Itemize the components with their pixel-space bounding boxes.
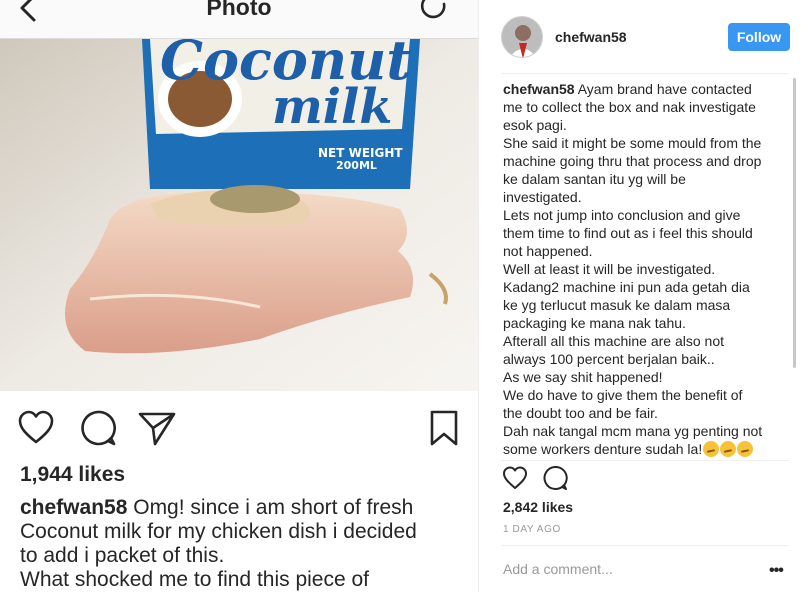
add-comment-input[interactable] bbox=[503, 561, 743, 577]
caption-text-line: What shocked me to find this piece of bbox=[20, 568, 370, 591]
refresh-icon[interactable] bbox=[420, 0, 448, 20]
comment-text: Lets not jump into conclusion and give bbox=[503, 207, 741, 223]
comment-icon[interactable] bbox=[541, 464, 569, 492]
net-weight-label: NET WEIGHT bbox=[318, 146, 403, 160]
comment-text: them time to find out as i feel this sho… bbox=[503, 225, 753, 241]
follow-button[interactable]: Follow bbox=[728, 23, 790, 51]
caption-username[interactable]: chefwan58 bbox=[20, 496, 127, 519]
comment-text: As we say shit happened! bbox=[503, 369, 663, 385]
comment-text-line: esok pagi. bbox=[503, 116, 791, 134]
post-timestamp[interactable]: 1 DAY AGO bbox=[503, 524, 561, 535]
comment-text-line: them time to find out as i feel this sho… bbox=[503, 224, 791, 242]
photo-view-panel: Photo Coconut milk NET WEIGHT 200ML 1,94… bbox=[0, 0, 478, 592]
avatar[interactable] bbox=[501, 16, 543, 58]
net-weight-value: 200ML bbox=[336, 159, 377, 172]
more-icon[interactable]: ••• bbox=[769, 562, 784, 580]
comment-text: We do have to give them the benefit of bbox=[503, 387, 743, 403]
coconut-milk-photo[interactable]: Coconut milk NET WEIGHT 200ML bbox=[0, 39, 478, 391]
comment-text: not happened. bbox=[503, 243, 593, 259]
caption-text-line: to add i packet of this. bbox=[20, 544, 225, 567]
post-author-username[interactable]: chefwan58 bbox=[555, 29, 627, 45]
comment-text-line: the doubt too and be fair. bbox=[503, 404, 791, 422]
send-icon[interactable] bbox=[137, 408, 177, 448]
face-with-hand-over-mouth-icon bbox=[703, 441, 720, 457]
comment-text-line: Lets not jump into conclusion and give bbox=[503, 206, 791, 224]
comment-text-line: Ayam brand have contacted bbox=[577, 81, 752, 97]
author-comment: chefwan58 Ayam brand have contacted me t… bbox=[503, 80, 791, 458]
face-with-hand-over-mouth-icon bbox=[737, 441, 754, 457]
comment-text: investigated. bbox=[503, 189, 582, 205]
comment-scrollbar[interactable] bbox=[793, 78, 796, 368]
comment-text: Dah nak tangal mcm mana yg penting not bbox=[503, 423, 763, 439]
comment-text-line: machine going thru that process and drop bbox=[503, 152, 791, 170]
caption-text-line: Omg! since i am short of fresh bbox=[133, 496, 414, 519]
comment-text: packaging ke mana nak tahu. bbox=[503, 315, 686, 331]
top-nav-bar: Photo bbox=[0, 0, 478, 39]
comment-text: the doubt too and be fair. bbox=[503, 405, 658, 421]
page-title: Photo bbox=[206, 0, 272, 20]
comment-text: some workers denture sudah la! bbox=[503, 441, 703, 457]
carton-product-text: milk bbox=[272, 79, 393, 135]
post-detail-panel: chefwan58 Follow chefwan58 Ayam brand ha… bbox=[478, 0, 802, 592]
heart-icon[interactable] bbox=[501, 464, 529, 492]
comment-text: ke yg terlucut masuk ke dalam masa bbox=[503, 297, 731, 313]
caption-text-line: Coconut milk for my chicken dish i decid… bbox=[20, 520, 417, 543]
comment-text-line: packaging ke mana nak tahu. bbox=[503, 314, 791, 332]
comment-text-line: ke yg terlucut masuk ke dalam masa bbox=[503, 296, 791, 314]
comment-text-line: ke dalam santan itu yg will be bbox=[503, 170, 791, 188]
comment-text: machine going thru that process and drop bbox=[503, 153, 762, 169]
comment-text-line: Kadang2 machine ini pun ada getah dia bbox=[503, 278, 791, 296]
comment-text-line: always 100 percent berjalan baik.. bbox=[503, 350, 791, 368]
comment-text-line: not happened. bbox=[503, 242, 791, 260]
comment-text: always 100 percent berjalan baik.. bbox=[503, 351, 715, 367]
comment-text-line: Afterall all this machine are also not bbox=[503, 332, 791, 350]
comment-icon[interactable] bbox=[78, 408, 118, 448]
comment-text: Afterall all this machine are also not bbox=[503, 333, 724, 349]
face-with-hand-over-mouth-icon bbox=[720, 441, 737, 457]
post-caption: chefwan58 Omg! since i am short of fresh… bbox=[20, 496, 470, 592]
divider bbox=[501, 460, 789, 461]
comment-text-line: some workers denture sudah la! bbox=[503, 440, 791, 458]
comment-text: ke dalam santan itu yg will be bbox=[503, 171, 686, 187]
heart-icon[interactable] bbox=[16, 408, 56, 448]
post-actions bbox=[0, 404, 478, 452]
likes-count[interactable]: 1,944 likes bbox=[20, 463, 125, 487]
comment-text-line: She said it might be some mould from the bbox=[503, 134, 791, 152]
divider bbox=[501, 73, 789, 74]
comment-text: esok pagi. bbox=[503, 117, 567, 133]
post-actions-right bbox=[501, 464, 621, 494]
comment-text-line: We do have to give them the benefit of bbox=[503, 386, 791, 404]
comment-username[interactable]: chefwan58 bbox=[503, 81, 575, 97]
post-photo-illustration: Coconut milk NET WEIGHT 200ML bbox=[0, 39, 478, 391]
comment-text: Well at least it will be investigated. bbox=[503, 261, 716, 277]
divider bbox=[501, 545, 789, 546]
comment-text-line: Well at least it will be investigated. bbox=[503, 260, 791, 278]
comment-text: Kadang2 machine ini pun ada getah dia bbox=[503, 279, 750, 295]
bookmark-icon[interactable] bbox=[424, 408, 464, 448]
comment-text: She said it might be some mould from the bbox=[503, 135, 762, 151]
likes-count[interactable]: 2,842 likes bbox=[503, 499, 573, 515]
comment-text-line: investigated. bbox=[503, 188, 791, 206]
avatar-image bbox=[502, 17, 542, 57]
comment-text-line: As we say shit happened! bbox=[503, 368, 791, 386]
comment-text: me to collect the box and nak investigat… bbox=[503, 99, 756, 115]
comment-text-line: me to collect the box and nak investigat… bbox=[503, 98, 791, 116]
comment-text-line: Dah nak tangal mcm mana yg penting not bbox=[503, 422, 791, 440]
